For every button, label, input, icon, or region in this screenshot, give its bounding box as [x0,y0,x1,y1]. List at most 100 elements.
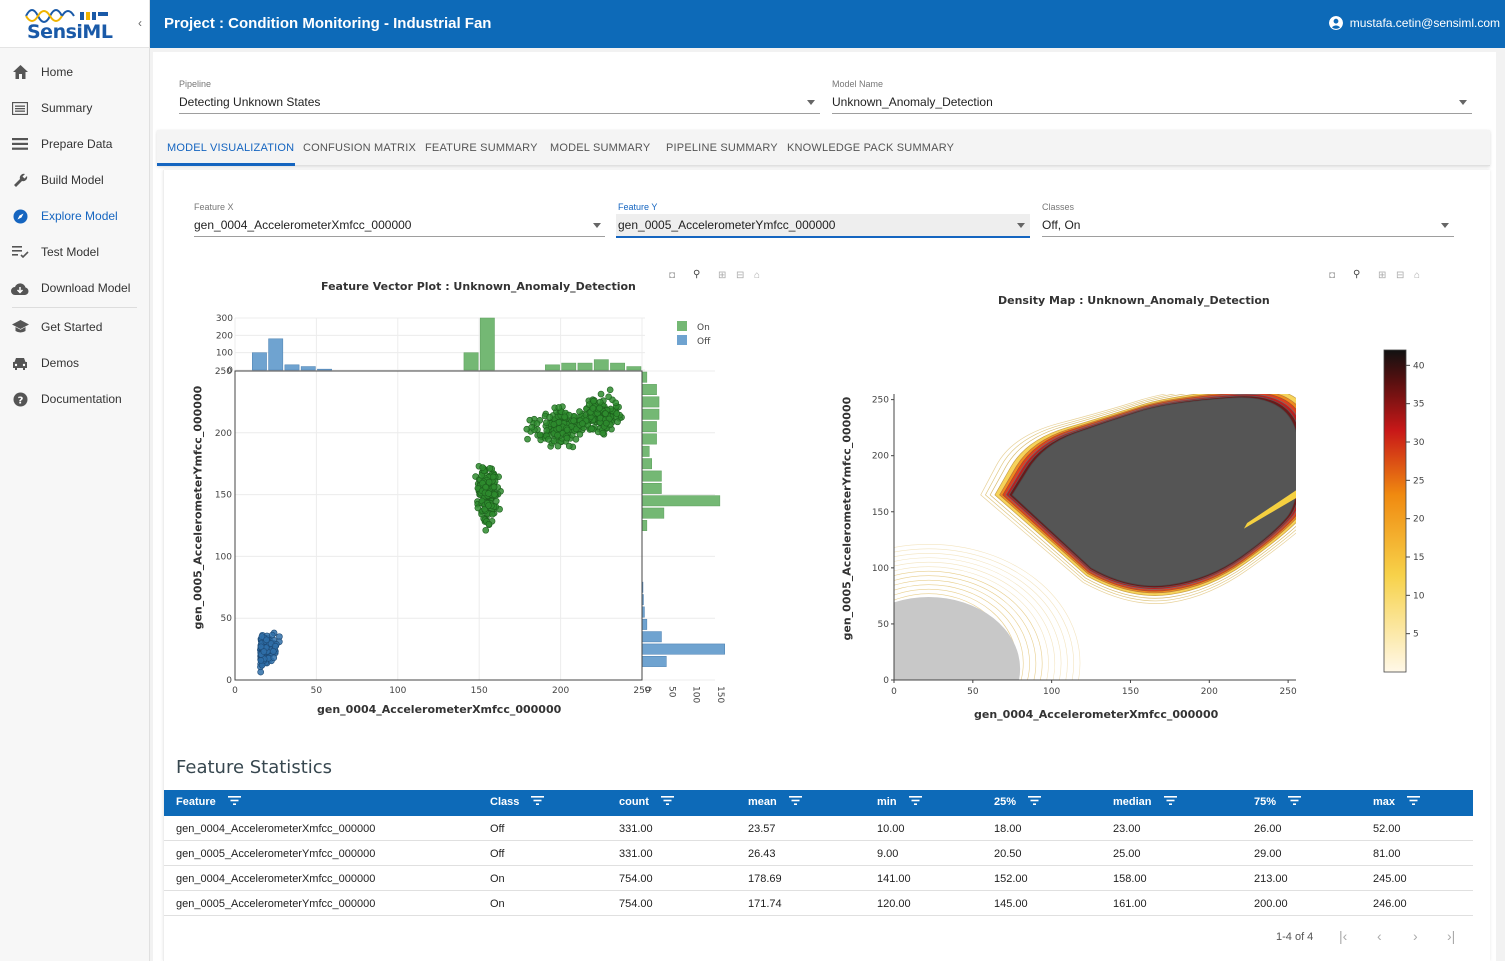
user-menu[interactable]: mustafa.cetin@sensiml.com [1328,16,1500,30]
sidebar-item-test-model[interactable]: Test Model [0,234,149,270]
filter-icon[interactable] [1288,796,1302,808]
previous-page-icon[interactable]: ‹ [1377,928,1382,944]
scatter-point-on [543,419,550,426]
sidebar-item-label: Documentation [41,392,122,406]
column-header-max[interactable]: max [1373,796,1421,808]
chevron-down-icon [1441,223,1449,228]
column-header-median[interactable]: median [1113,796,1177,808]
x-tick-label: 200 [1201,687,1218,697]
column-header-label: count [619,796,649,808]
column-header-feature[interactable]: Feature [176,796,241,808]
sidebar-item-label: Demos [41,356,80,370]
x-tick-label: 250 [633,686,650,696]
sidebar-item-home[interactable]: Home [0,54,149,90]
sidebar-item-explore-model[interactable]: Explore Model [0,198,149,234]
next-page-icon[interactable]: › [1413,928,1418,944]
filter-icon[interactable] [531,796,545,808]
reset-home-icon[interactable]: ⌂ [1414,270,1420,281]
collapse-sidebar-icon[interactable]: ‹ [138,16,142,30]
density-map[interactable]: 0 50 100 150 200 250 0 50 100 150 200 250 5 10 15 20 25… [860,330,1480,730]
filter-icon[interactable] [1028,796,1042,808]
sidebar-item-build-model[interactable]: Build Model [0,162,149,198]
sidebar-item-download-model[interactable]: Download Model [0,270,149,306]
column-header-class[interactable]: Class [490,796,545,808]
top-hist-bar-on [593,359,609,371]
table-cell: 152.00 [994,873,1028,885]
zoom-in-icon[interactable]: ⊞ [1378,270,1386,281]
sidebar-item-demos[interactable]: Demos [0,345,149,381]
project-title: Project : Condition Monitoring - Industr… [164,15,492,32]
sidebar-item-documentation[interactable]: ? Documentation [0,381,149,417]
sensiml-logo[interactable]: SensiML ‹ [0,0,149,48]
scatter-point-on [563,426,571,434]
sidebar: SensiML ‹ Home Summary Prepare Data Buil… [0,0,150,961]
sidebar-item-prepare-data[interactable]: Prepare Data [0,126,149,162]
table-cell: 161.00 [1113,898,1147,910]
sidebar-item-summary[interactable]: Summary [0,90,149,126]
sidebar-item-get-started[interactable]: Get Started [0,309,149,345]
filter-icon[interactable] [660,796,674,808]
first-page-icon[interactable]: |‹ [1339,928,1347,944]
filter-icon[interactable] [788,796,802,808]
column-header-mean[interactable]: mean [748,796,802,808]
table-row[interactable]: gen_0005_AccelerometerYmfcc_000000 On 754.… [164,891,1473,916]
scatter-point-off [260,648,268,655]
tab-model-summary[interactable]: MODEL SUMMARY [550,142,650,154]
table-cell: 245.00 [1373,873,1407,885]
table-row[interactable]: gen_0004_AccelerometerXmfcc_000000 On 754.… [164,866,1473,891]
table-cell: 26.00 [1254,823,1282,835]
scatter-point-off [257,657,265,664]
colorbar-tick-label: 15 [1413,553,1424,563]
chevron-down-icon [593,223,601,228]
feature-vector-plot[interactable]: 0100200300 0 50 100 150 0 50 100 150 200 2500501… [190,305,750,705]
top-hist-bar-on [610,362,625,371]
table-cell: 145.00 [994,898,1028,910]
column-header-min[interactable]: min [877,796,922,808]
tab-model-visualization[interactable]: MODEL VISUALIZATION [167,142,294,154]
tab-feature-summary[interactable]: FEATURE SUMMARY [425,142,538,154]
scatter-point-on [482,483,489,491]
filter-icon[interactable] [908,796,922,808]
zoom-out-icon[interactable]: ⊟ [736,270,744,281]
filter-icon[interactable] [1163,796,1177,808]
top-hist-bar-off [284,364,300,371]
filter-icon[interactable] [227,796,241,808]
scatter-point-on [555,404,563,411]
scatter-point-on [602,410,609,417]
scatter-point-on [605,393,612,401]
reset-home-icon[interactable]: ⌂ [754,270,760,281]
home-icon [11,63,29,81]
zoom-out-icon[interactable]: ⊟ [1396,270,1404,281]
column-header-25pct[interactable]: 25% [994,796,1042,808]
tab-confusion-matrix[interactable]: CONFUSION MATRIX [303,142,416,154]
table-row[interactable]: gen_0005_AccelerometerYmfcc_000000 Off 331… [164,841,1473,866]
column-header-label: min [877,796,897,808]
feature-x-value: gen_0004_AccelerometerXmfcc_000000 [194,218,412,232]
y-tick-label: 50 [221,614,233,624]
hist-y-tick-label: 300 [216,314,233,324]
classes-value: Off, On [1042,218,1081,232]
last-page-icon[interactable]: ›| [1447,928,1455,944]
tab-pipeline-summary[interactable]: PIPELINE SUMMARY [666,142,778,154]
camera-icon[interactable]: ◘ [669,270,675,281]
zoom-in-icon[interactable]: ⊞ [718,270,726,281]
column-header-count[interactable]: count [619,796,674,808]
y-tick-label: 100 [215,552,232,562]
model-name-underline [832,113,1472,114]
top-hist-bar-off [300,366,316,371]
zoom-icon[interactable]: ⚲ [693,269,700,280]
zoom-icon[interactable]: ⚲ [1353,269,1360,280]
tab-knowledge-pack-summary[interactable]: KNOWLEDGE PACK SUMMARY [787,142,954,154]
table-cell: 23.57 [748,823,776,835]
filter-icon[interactable] [1407,796,1421,808]
scatter-point-on [563,434,571,442]
scatter-point-on [613,410,621,417]
scatter-point-off [263,636,270,644]
wrench-icon [11,171,29,189]
column-header-75pct[interactable]: 75% [1254,796,1302,808]
camera-icon[interactable]: ◘ [1329,270,1335,281]
table-cell: 246.00 [1373,898,1407,910]
scatter-point-on [597,390,605,398]
scatter-point-on [490,483,498,491]
table-row[interactable]: gen_0004_AccelerometerXmfcc_000000 Off 331… [164,816,1473,841]
